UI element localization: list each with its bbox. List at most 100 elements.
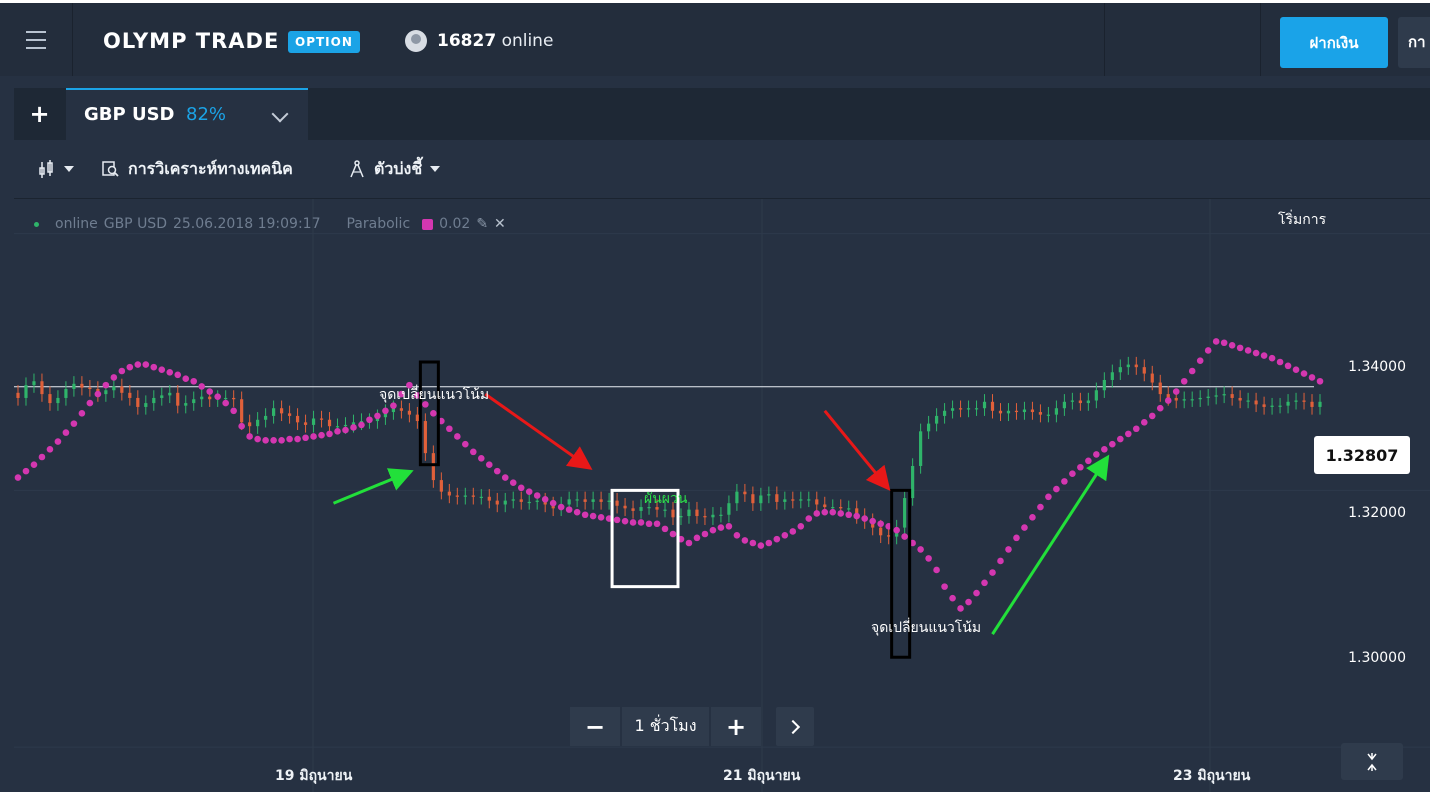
candle xyxy=(727,503,731,515)
parabolic-sar-dot xyxy=(1021,524,1028,531)
candlestick-icon xyxy=(39,160,53,178)
candle xyxy=(751,494,755,504)
parabolic-sar-dot xyxy=(230,407,237,415)
zoom-out-button[interactable]: − xyxy=(570,707,620,746)
price-chart[interactable]: online GBP USD 25.06.2018 19:09:17 Parab… xyxy=(14,199,1430,792)
parabolic-sar-dot xyxy=(278,437,285,444)
technical-analysis-button[interactable]: การวิเคราะห์ทางเทคนิค xyxy=(102,140,293,198)
collapse-panel-button[interactable] xyxy=(1341,743,1403,780)
tab-gbp-usd[interactable]: GBP USD 82% xyxy=(66,88,308,140)
parabolic-sar-dot xyxy=(14,474,22,481)
parabolic-sar-dot xyxy=(1148,412,1156,420)
parabolic-sar-dot xyxy=(302,434,309,442)
parabolic-sar-dot xyxy=(581,511,589,519)
user-avatar-icon xyxy=(405,30,427,52)
chart-type-dropdown[interactable] xyxy=(38,140,74,198)
parabolic-sar-dot xyxy=(174,371,182,379)
candle xyxy=(176,392,180,406)
parabolic-sar-dot xyxy=(214,393,221,400)
candle xyxy=(439,480,443,492)
y-tick-label: 1.34000 xyxy=(1348,359,1406,375)
parabolic-sar-dot xyxy=(46,445,54,453)
candle xyxy=(966,408,971,410)
parabolic-sar-dot xyxy=(869,517,876,525)
parabolic-sar-dot xyxy=(845,511,853,519)
parabolic-sar-dot xyxy=(1164,397,1172,404)
add-asset-tab-button[interactable]: + xyxy=(14,88,65,140)
parabolic-sar-dot xyxy=(821,508,829,516)
legend-indicator-value: 0.02 xyxy=(439,216,471,232)
candle xyxy=(1270,405,1274,407)
deposit-button[interactable]: ฝากเงิน xyxy=(1280,17,1388,68)
candle xyxy=(232,397,236,400)
candle xyxy=(1214,395,1218,397)
parabolic-sar-dot xyxy=(262,437,269,444)
chart-canvas[interactable] xyxy=(14,199,1430,792)
parabolic-sar-dot xyxy=(509,479,517,486)
online-counter: 16827 online xyxy=(405,30,553,52)
candle xyxy=(1134,364,1138,368)
candle xyxy=(1118,367,1122,373)
scroll-right-button[interactable] xyxy=(776,707,814,746)
indicator-color-swatch[interactable] xyxy=(422,218,434,230)
parabolic-sar-dot xyxy=(981,579,988,587)
candle xyxy=(184,403,188,406)
candle xyxy=(48,394,52,404)
candle xyxy=(192,399,196,404)
candle xyxy=(615,500,619,506)
timeframe-selector[interactable]: 1 ชั่วโมง xyxy=(622,707,709,746)
trade-button[interactable]: กา xyxy=(1398,17,1430,68)
candle xyxy=(295,415,300,423)
candle xyxy=(56,397,60,404)
zoom-in-button[interactable]: + xyxy=(711,707,761,746)
top-bar: OLYMP TRADE OPTION 16827 online ฝากเงิน … xyxy=(0,0,1430,76)
parabolic-sar-dot xyxy=(1260,352,1268,359)
parabolic-sar-dot xyxy=(1188,367,1196,375)
parabolic-sar-dot xyxy=(254,435,261,443)
parabolic-sar-dot xyxy=(685,539,693,547)
candle xyxy=(791,499,795,501)
parabolic-sar-dot xyxy=(158,366,166,374)
parabolic-sar-dot xyxy=(517,484,525,492)
parabolic-sar-dot xyxy=(621,517,629,525)
edit-pencil-icon[interactable]: ✎ xyxy=(476,216,488,232)
candle xyxy=(279,408,284,414)
candle xyxy=(575,499,579,501)
candle xyxy=(1038,412,1043,415)
candle xyxy=(839,507,843,509)
parabolic-sar-dot xyxy=(565,506,573,513)
close-icon[interactable]: ✕ xyxy=(494,216,506,232)
hamburger-menu-button[interactable] xyxy=(0,3,73,76)
parabolic-sar-dot xyxy=(1156,404,1164,412)
chevron-down-icon[interactable] xyxy=(271,105,289,123)
indicators-dropdown[interactable]: ตัวบ่งชี้ xyxy=(348,140,441,198)
candle xyxy=(711,514,715,518)
parabolic-sar-dot xyxy=(837,510,845,517)
parabolic-sar-dot xyxy=(1037,503,1044,511)
candle xyxy=(208,396,212,400)
candle xyxy=(1262,404,1266,407)
menu-icon xyxy=(26,28,46,52)
candle xyxy=(335,426,340,428)
parabolic-sar-dot xyxy=(597,514,605,521)
candle xyxy=(719,514,723,516)
parabolic-sar-dot xyxy=(1085,457,1092,465)
parabolic-sar-dot xyxy=(142,361,150,368)
parabolic-sar-dot xyxy=(741,537,749,544)
parabolic-sar-dot xyxy=(166,368,174,376)
parabolic-sar-dot xyxy=(1101,445,1108,453)
candle xyxy=(807,499,811,501)
candle xyxy=(950,408,955,411)
parabolic-sar-dot xyxy=(150,363,158,371)
candle xyxy=(1278,405,1282,407)
parabolic-sar-dot xyxy=(573,508,581,516)
candle xyxy=(958,408,963,410)
parabolic-sar-dot xyxy=(190,377,198,385)
parabolic-sar-dot xyxy=(1061,478,1068,485)
parabolic-sar-dot xyxy=(645,520,653,528)
parabolic-sar-dot xyxy=(493,467,501,475)
divider xyxy=(1260,3,1261,76)
parabolic-sar-dot xyxy=(853,512,861,520)
candle xyxy=(599,499,603,502)
candle xyxy=(311,418,316,425)
